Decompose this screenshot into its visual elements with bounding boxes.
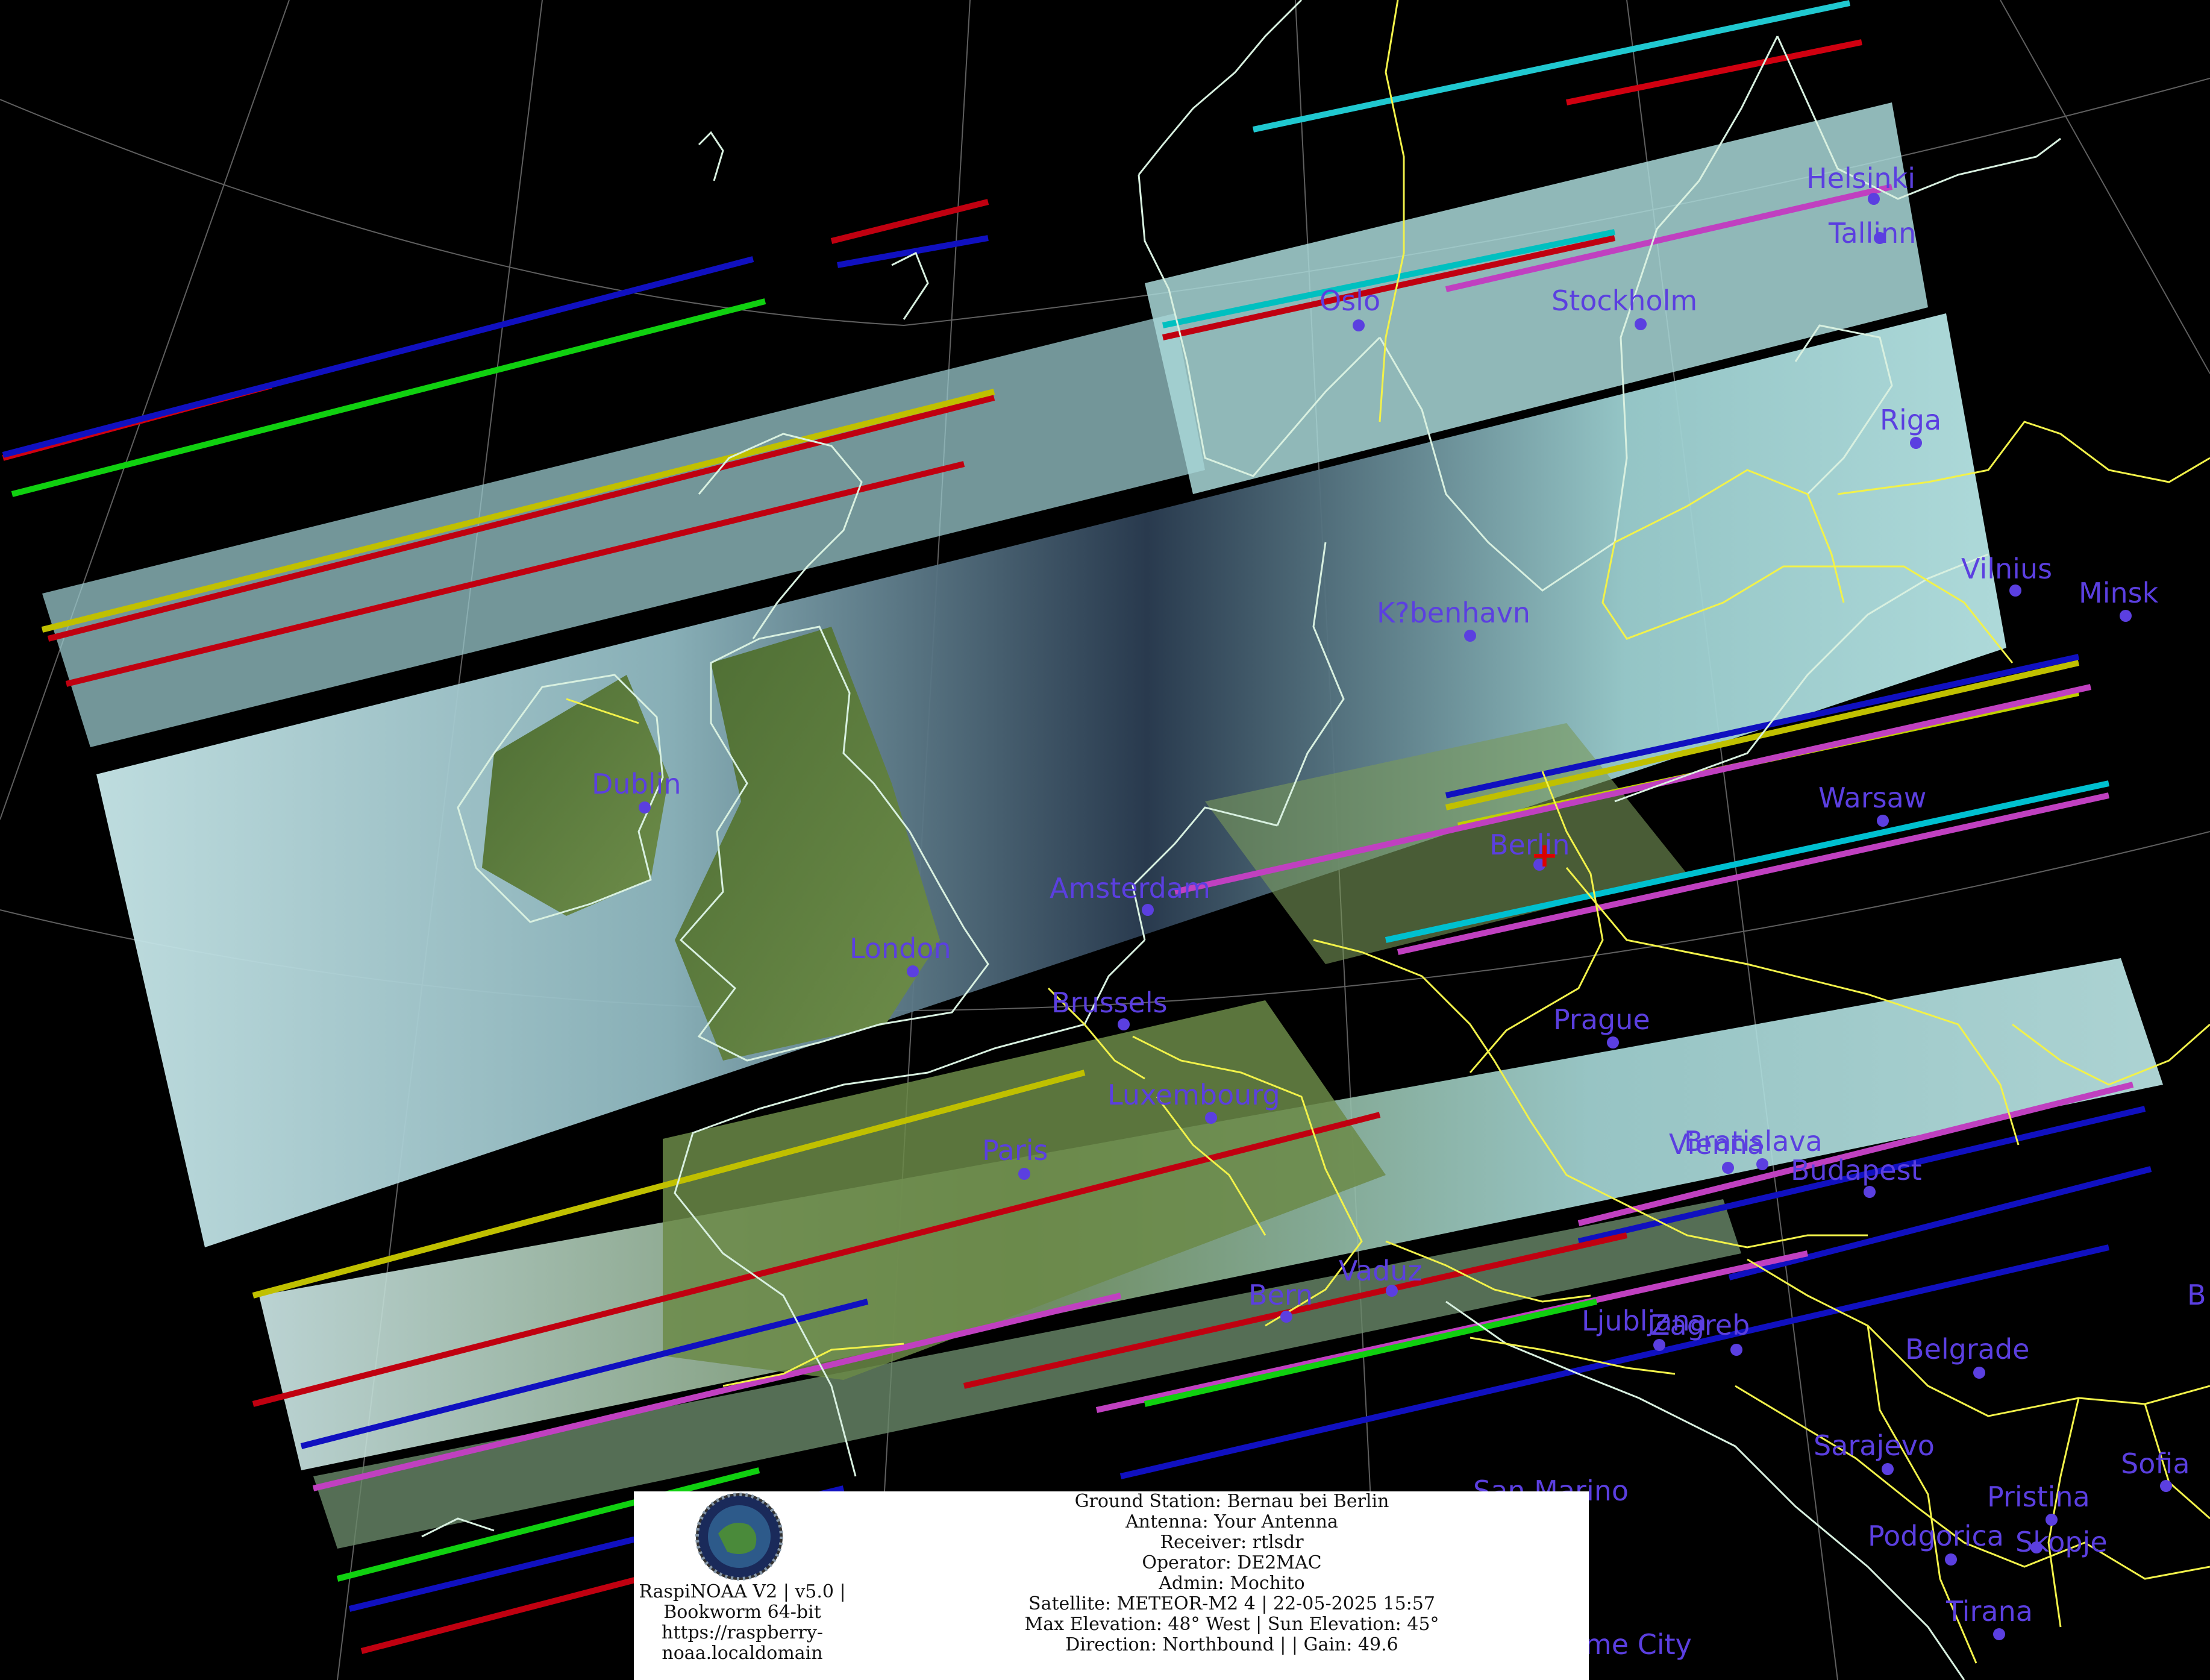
city-label: Bern: [1248, 1279, 1313, 1311]
city-dot: [1607, 1036, 1619, 1048]
city-label: Vaduz: [1339, 1255, 1423, 1287]
satellite-line: Satellite: METEOR-M2 4 | 22-05-2025 15:5…: [1028, 1593, 1435, 1614]
city-label: Sofia: [2121, 1447, 2190, 1480]
elevation-line: Max Elevation: 48° West | Sun Elevation:…: [1024, 1614, 1439, 1635]
software-line: noaa.localdomain: [662, 1643, 823, 1664]
pass-info-panel: RaspiNOAA V2 | v5.0 | Bookworm 64-bit ht…: [634, 1491, 1589, 1680]
city-dot: [2009, 585, 2021, 597]
city-dot: [1945, 1553, 1957, 1566]
city-dot: [1910, 437, 1922, 449]
city-dot: [2160, 1480, 2172, 1492]
city-label: me City: [1585, 1628, 1692, 1661]
city-label: Budapest: [1791, 1154, 1922, 1186]
receiver-line: Receiver: rtlsdr: [1160, 1532, 1304, 1553]
ground-station-line: Ground Station: Bernau bei Berlin: [1074, 1491, 1389, 1512]
city-label: Tallinn: [1828, 217, 1916, 249]
software-line: https://raspberry-: [662, 1622, 823, 1643]
city-label: London: [850, 932, 951, 965]
city-dot: [1635, 318, 1647, 330]
city-label: B: [2187, 1279, 2206, 1311]
antenna-line: Antenna: Your Antenna: [1125, 1511, 1338, 1532]
satellite-swath: [42, 102, 2163, 1549]
city-label: Oslo: [1319, 284, 1380, 317]
city-dot: [1722, 1162, 1734, 1174]
city-dot: [1205, 1112, 1217, 1124]
pass-details: Ground Station: Bernau bei Berlin Antenn…: [875, 1491, 1589, 1655]
city-label: Sarajevo: [1814, 1429, 1935, 1462]
city-label: Amsterdam: [1050, 872, 1210, 904]
city-dot: [2120, 610, 2132, 622]
city-dot: [1353, 319, 1365, 331]
city-label: Pristina: [1987, 1481, 2090, 1513]
city-dot: [1018, 1168, 1030, 1180]
city-dot: [1280, 1311, 1292, 1323]
city-label: Belgrade: [1905, 1333, 2029, 1365]
software-line: RaspiNOAA V2 | v5.0 |: [639, 1581, 846, 1602]
city-label: Prague: [1553, 1003, 1650, 1036]
city-dot: [1864, 1186, 1876, 1198]
software-line: Bookworm 64-bit: [663, 1602, 821, 1623]
city-dot: [1993, 1628, 2005, 1640]
city-label: Riga: [1880, 404, 1941, 436]
city-dot: [907, 965, 919, 977]
city-label: Helsinki: [1806, 162, 1915, 195]
city-dot: [1730, 1344, 1742, 1356]
city-dot: [1882, 1463, 1894, 1475]
admin-line: Admin: Mochito: [1159, 1573, 1305, 1594]
city-label: K?benhavn: [1377, 597, 1530, 629]
city-dot: [2046, 1514, 2058, 1526]
city-dot: [1464, 630, 1476, 642]
city-dot: [1118, 1018, 1130, 1030]
city-label: Luxembourg: [1107, 1079, 1280, 1111]
city-label: Warsaw: [1818, 782, 1926, 814]
city-label: Stockholm: [1551, 284, 1697, 317]
city-label: Paris: [982, 1134, 1048, 1167]
city-dot: [1877, 815, 1889, 827]
city-label: Bratislava: [1684, 1125, 1823, 1158]
city-label: Minsk: [2079, 577, 2159, 609]
city-label: Podgorica: [1868, 1520, 2004, 1552]
city-label: Zagreb: [1651, 1309, 1750, 1341]
city-label: Dublin: [592, 768, 681, 800]
city-label: Brussels: [1051, 986, 1168, 1019]
city-dot: [1868, 193, 1880, 205]
satellite-map: Helsinki Tallinn Oslo Stockholm Riga Vil…: [0, 0, 2210, 1680]
raspinoaa-logo-icon: [695, 1493, 783, 1581]
city-label: Vilnius: [1961, 553, 2052, 585]
ground-station-marker: +: [1530, 836, 1559, 875]
direction-gain-line: Direction: Northbound | | Gain: 49.6: [1065, 1634, 1398, 1655]
city-label: Tirana: [1945, 1595, 2033, 1628]
software-info: RaspiNOAA V2 | v5.0 | Bookworm 64-bit ht…: [634, 1582, 851, 1664]
operator-line: Operator: DE2MAC: [1142, 1552, 1322, 1573]
city-dot: [1142, 904, 1154, 916]
city-label: Skopje: [2015, 1526, 2108, 1558]
city-dot: [639, 801, 651, 813]
city-dot: [1973, 1367, 1985, 1379]
